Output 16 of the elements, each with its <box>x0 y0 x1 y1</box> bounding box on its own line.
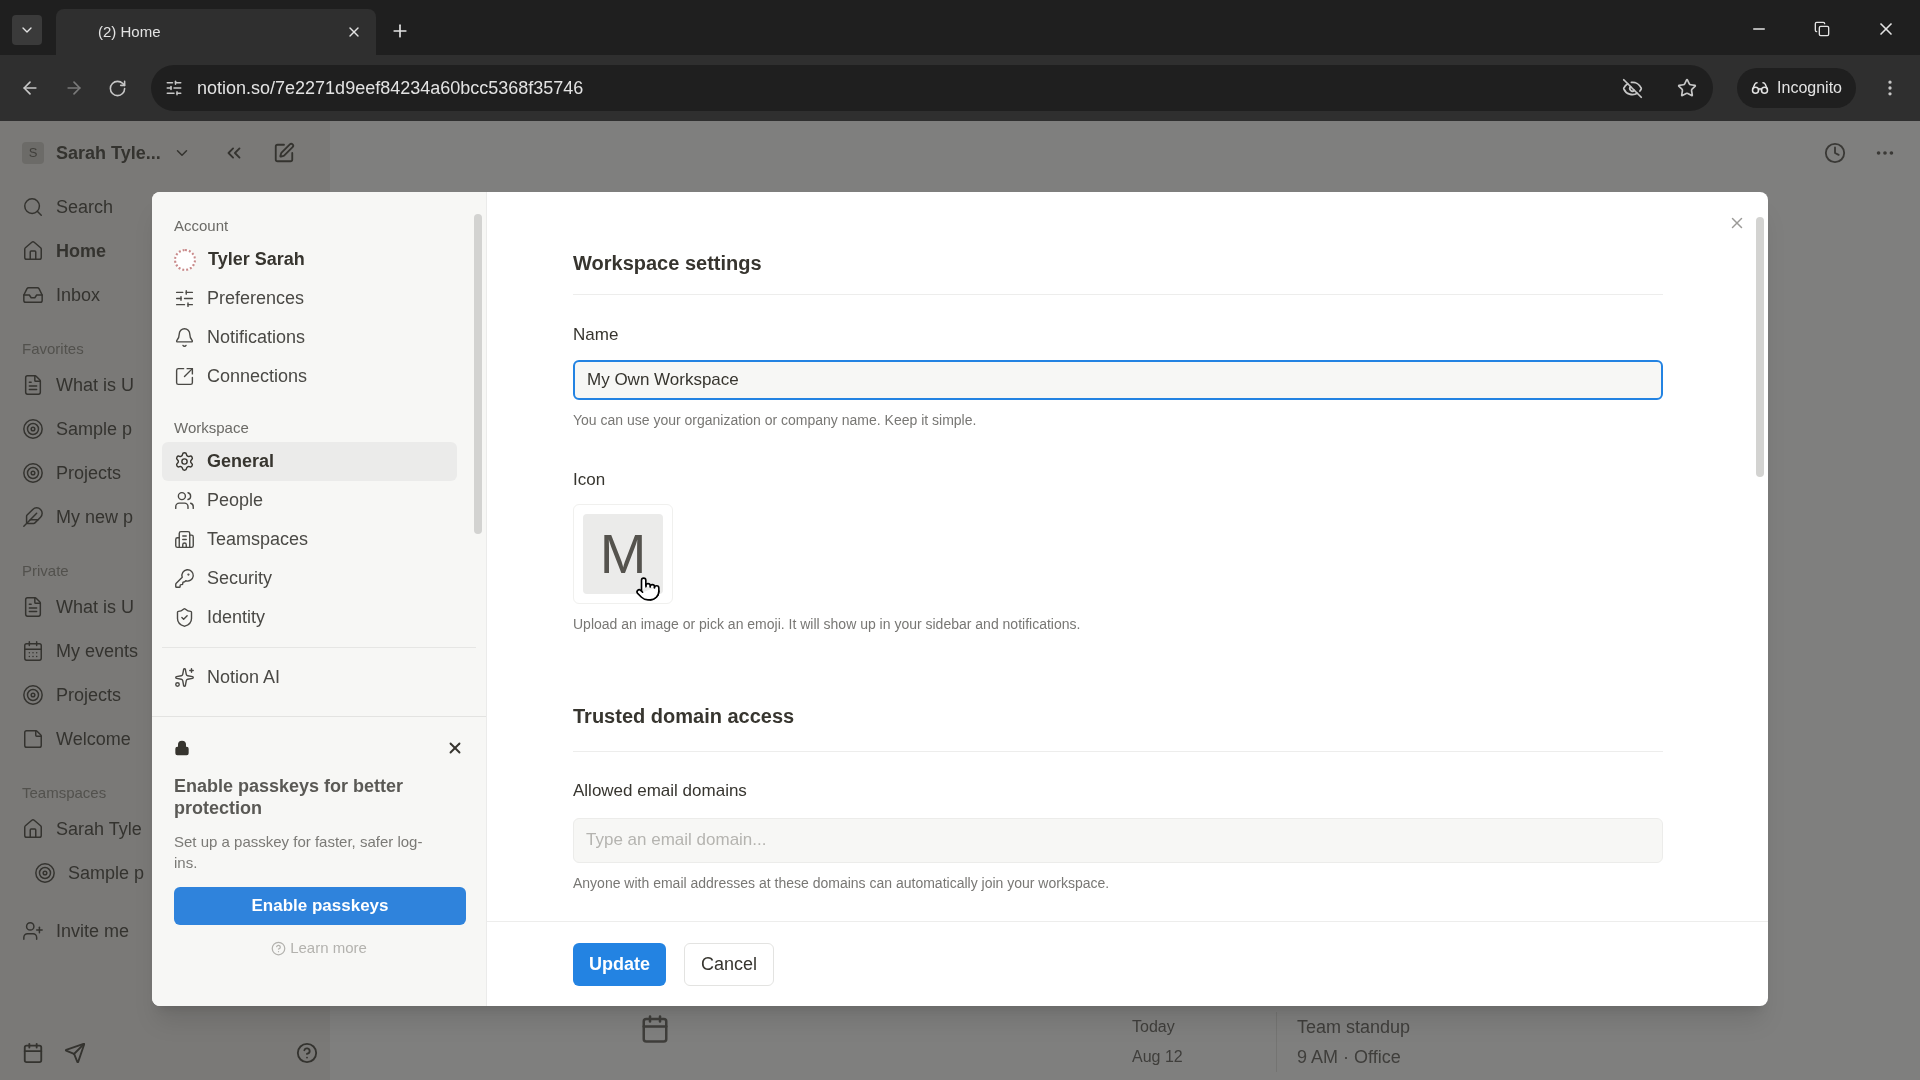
section-title: Workspace settings <box>573 251 763 276</box>
field-hint: You can use your organization or company name. Keep it simple. <box>573 410 978 430</box>
field-label: Icon <box>573 468 607 491</box>
event-date: Aug 12 <box>1132 1047 1184 1067</box>
passkey-description: Set up a passkey for faster, safer log-ins. <box>174 832 424 873</box>
field-label: Name <box>573 324 620 346</box>
event-title: Team standup <box>1297 1016 1411 1039</box>
section-heading: Account <box>173 215 230 236</box>
field-hint: Anyone with email addresses at these domains can automatically join your workspace. <box>573 873 1111 893</box>
section-title: Trusted domain access <box>573 704 796 729</box>
section-heading: Workspace <box>173 417 250 438</box>
event-detail: 9 AM · Office <box>1297 1046 1402 1069</box>
passkey-title: Enable passkeys for better protection <box>174 775 405 819</box>
field-hint: Upload an image or pick an emoji. It will show up in your sidebar and notifications. <box>573 615 1082 634</box>
field-label: Allowed email domains <box>573 780 748 802</box>
event-day: Today <box>1132 1012 1252 1042</box>
